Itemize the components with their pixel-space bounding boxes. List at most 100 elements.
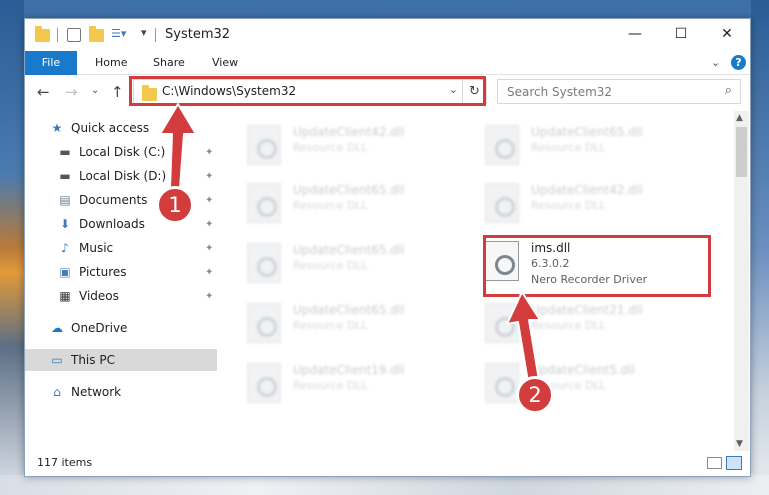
list-item[interactable]: UpdateClient65.dll Resource DLL bbox=[247, 179, 457, 227]
computer-icon: ▭ bbox=[51, 353, 63, 367]
sidebar-item-documents[interactable]: ▤ Documents bbox=[57, 189, 147, 211]
sidebar-item-label: This PC bbox=[71, 353, 115, 367]
sidebar-item-onedrive[interactable]: ☁ OneDrive bbox=[49, 317, 127, 339]
pin-icon[interactable]: ✦ bbox=[205, 243, 213, 254]
pictures-icon: ▣ bbox=[59, 265, 71, 279]
pin-icon[interactable]: ✦ bbox=[205, 291, 213, 302]
navigation-pane: ★ Quick access ▬ Local Disk (C:) ✦ ▬ Local … bbox=[25, 111, 220, 451]
folder-icon bbox=[35, 26, 50, 43]
list-item[interactable]: UpdateClient42.dll Resource DLL bbox=[247, 121, 457, 169]
title-bar: ☰▾ ▾ System32 — ☐ ✕ bbox=[25, 19, 750, 51]
list-item[interactable]: UpdateClient19.dll Resource DLL bbox=[247, 359, 457, 407]
download-icon: ⬇ bbox=[59, 217, 71, 231]
tab-file[interactable]: File bbox=[25, 51, 77, 75]
ribbon-tabs: File Home Share View ⌄ ? bbox=[25, 51, 750, 75]
dll-file-icon bbox=[485, 363, 519, 403]
properties-icon[interactable] bbox=[67, 28, 81, 42]
recent-locations-icon[interactable]: ⌄ bbox=[91, 85, 99, 96]
list-item[interactable]: UpdateClient65.dll Resource DLL bbox=[247, 299, 457, 347]
navigation-bar: ← → ⌄ ↑ C:\Windows\System32 ⌄ ↻ Search S… bbox=[25, 75, 750, 109]
file-highlight-box bbox=[483, 235, 711, 297]
sidebar-item-label: Pictures bbox=[79, 265, 127, 279]
search-icon[interactable]: ⌕ bbox=[725, 83, 732, 98]
sidebar-item-network[interactable]: ⌂ Network bbox=[49, 381, 121, 403]
help-icon[interactable]: ? bbox=[731, 55, 746, 70]
scroll-up-icon[interactable]: ▲ bbox=[736, 113, 743, 123]
dll-file-icon bbox=[247, 303, 281, 343]
status-bar: 117 items bbox=[25, 451, 750, 476]
dll-file-icon bbox=[247, 125, 281, 165]
pin-icon[interactable]: ✦ bbox=[205, 195, 213, 206]
sidebar-item-label: Local Disk (C:) bbox=[79, 145, 166, 159]
sidebar-item-videos[interactable]: ▦ Videos bbox=[57, 285, 119, 307]
list-item[interactable]: UpdateClient42.dll Resource DLL bbox=[485, 179, 695, 227]
tab-share[interactable]: Share bbox=[153, 51, 185, 75]
sidebar-item-local-disk-c[interactable]: ▬ Local Disk (C:) bbox=[57, 141, 165, 163]
details-view-icon[interactable] bbox=[707, 457, 722, 469]
file-explorer-window: ☰▾ ▾ System32 — ☐ ✕ File Home Share View… bbox=[24, 18, 751, 477]
sidebar-item-label: Music bbox=[79, 241, 114, 255]
pin-icon[interactable]: ✦ bbox=[205, 171, 213, 182]
drive-icon: ▬ bbox=[59, 145, 71, 159]
back-arrow-icon[interactable]: ← bbox=[37, 83, 50, 101]
tab-view[interactable]: View bbox=[212, 51, 238, 75]
large-icons-view-icon[interactable] bbox=[726, 456, 742, 470]
dll-file-icon bbox=[485, 183, 519, 223]
sidebar-item-label: Local Disk (D:) bbox=[79, 169, 167, 183]
toolbar-separator bbox=[155, 28, 156, 42]
sidebar-item-downloads[interactable]: ⬇ Downloads bbox=[57, 213, 145, 235]
dll-file-icon bbox=[247, 363, 281, 403]
desktop-wallpaper-right bbox=[751, 0, 769, 495]
music-icon: ♪ bbox=[61, 241, 69, 255]
list-item[interactable]: UpdateClient21.dll Resource DLL bbox=[485, 299, 695, 347]
star-icon: ★ bbox=[51, 121, 63, 135]
sidebar-item-label: OneDrive bbox=[71, 321, 128, 335]
window-title: System32 bbox=[165, 27, 231, 42]
expand-ribbon-icon[interactable]: ⌄ bbox=[711, 56, 720, 69]
search-box[interactable]: Search System32 ⌕ bbox=[497, 79, 741, 104]
sidebar-item-local-disk-d[interactable]: ▬ Local Disk (D:) bbox=[57, 165, 166, 187]
sidebar-item-label: Videos bbox=[79, 289, 119, 303]
sidebar-item-label: Network bbox=[71, 385, 122, 399]
toolbar-separator bbox=[57, 28, 58, 42]
pin-icon[interactable]: ✦ bbox=[205, 219, 213, 230]
maximize-button[interactable]: ☐ bbox=[658, 19, 704, 51]
sidebar-item-quick-access[interactable]: ★ Quick access bbox=[49, 117, 150, 139]
customize-toolbar-icon[interactable]: ☰▾ bbox=[111, 27, 126, 43]
cloud-icon: ☁ bbox=[51, 321, 63, 335]
sidebar-item-pictures[interactable]: ▣ Pictures bbox=[57, 261, 127, 283]
scroll-down-icon[interactable]: ▼ bbox=[736, 439, 743, 449]
item-count: 117 items bbox=[37, 456, 93, 469]
forward-arrow-icon[interactable]: → bbox=[65, 83, 78, 101]
list-item[interactable]: UpdateClient65.dll Resource DLL bbox=[485, 121, 695, 169]
dll-file-icon bbox=[247, 183, 281, 223]
documents-icon: ▤ bbox=[59, 193, 71, 207]
network-icon: ⌂ bbox=[53, 385, 61, 399]
sidebar-item-label: Quick access bbox=[71, 121, 150, 135]
desktop-wallpaper-left bbox=[0, 0, 24, 495]
list-item[interactable]: UpdateClient65.dll Resource DLL bbox=[247, 239, 457, 287]
drive-icon: ▬ bbox=[59, 169, 71, 183]
quick-access-dropdown-icon[interactable]: ▾ bbox=[141, 26, 147, 42]
address-highlight-box bbox=[129, 76, 486, 106]
pin-icon[interactable]: ✦ bbox=[205, 147, 213, 158]
tab-home[interactable]: Home bbox=[95, 51, 127, 75]
step-1-badge: 1 bbox=[156, 186, 194, 224]
minimize-button[interactable]: — bbox=[612, 19, 658, 51]
dll-file-icon bbox=[485, 125, 519, 165]
sidebar-item-this-pc[interactable]: ▭ This PC bbox=[25, 349, 217, 371]
vertical-scrollbar[interactable]: ▲ ▼ bbox=[734, 111, 749, 451]
scroll-thumb[interactable] bbox=[736, 127, 747, 177]
new-folder-icon[interactable] bbox=[89, 26, 104, 43]
dll-file-icon bbox=[485, 303, 519, 343]
sidebar-item-label: Downloads bbox=[79, 217, 145, 231]
videos-icon: ▦ bbox=[59, 289, 71, 303]
close-button[interactable]: ✕ bbox=[704, 19, 750, 51]
sidebar-item-music[interactable]: ♪ Music bbox=[57, 237, 113, 259]
up-arrow-icon[interactable]: ↑ bbox=[111, 83, 124, 101]
desktop-wallpaper-bottom bbox=[0, 475, 769, 495]
pin-icon[interactable]: ✦ bbox=[205, 267, 213, 278]
search-input[interactable]: Search System32 bbox=[507, 85, 612, 99]
step-2-badge: 2 bbox=[516, 376, 554, 414]
dll-file-icon bbox=[247, 243, 281, 283]
